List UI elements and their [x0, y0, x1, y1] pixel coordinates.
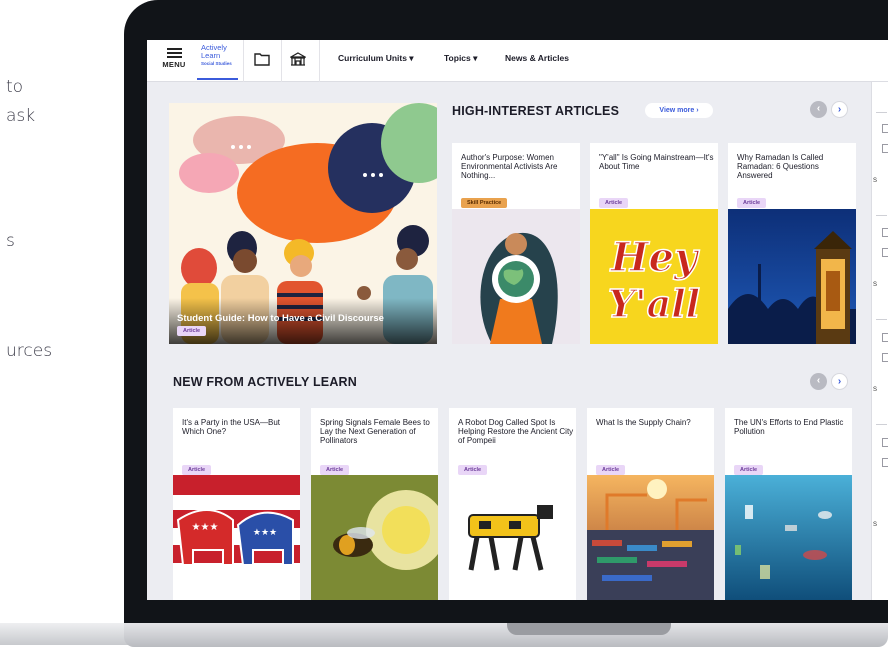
rail-checkbox[interactable]: [882, 438, 888, 447]
new-prev-arrow[interactable]: ‹: [810, 373, 827, 390]
badge-label: Article: [320, 465, 350, 475]
card-title[interactable]: "Y'all" Is Going Mainstream—It's About T…: [599, 153, 717, 171]
rail-checkbox[interactable]: [882, 144, 888, 153]
menu-label: MENU: [162, 60, 186, 69]
badge-label: Article: [458, 465, 488, 475]
section-title-high-interest: HIGH-INTEREST ARTICLES: [452, 104, 620, 118]
card-title[interactable]: Spring Signals Female Bees to Lay the Ne…: [320, 418, 438, 445]
folder-icon[interactable]: [254, 52, 270, 66]
logo[interactable]: Actively Learn Social Studies: [197, 42, 238, 80]
library-icon[interactable]: [290, 52, 306, 66]
rail-checkbox[interactable]: [882, 124, 888, 133]
hamburger-icon: [161, 48, 187, 58]
featured-badge: Article: [177, 319, 207, 337]
section-title-new-from: NEW FROM ACTIVELY LEARN: [173, 375, 358, 389]
badge-label: Skill Practice: [461, 198, 508, 208]
logo-line2: Learn: [201, 51, 221, 60]
badge-label: Article: [734, 465, 764, 475]
copy-line: s: [6, 231, 15, 251]
copy-line: urces: [6, 341, 53, 361]
badge-label: Article: [599, 198, 629, 208]
article-card[interactable]: A Robot Dog Called Spot Is Helping Resto…: [449, 408, 576, 600]
card-badge: Article: [599, 191, 629, 209]
card-image: [725, 475, 852, 600]
badge-label: Article: [737, 198, 767, 208]
logo-subject: Social Studies: [201, 61, 232, 66]
rail-label: S: [873, 522, 878, 528]
article-card[interactable]: The UN's Efforts to End Plastic Pollutio…: [725, 408, 852, 600]
rail-label: S: [873, 178, 878, 184]
card-image: [587, 475, 714, 600]
card-image: [449, 475, 576, 600]
nav-divider: [319, 40, 320, 82]
article-card[interactable]: It's a Party in the USA—But Which One? A…: [173, 408, 300, 600]
featured-article-card[interactable]: Student Guide: How to Have a Civil Disco…: [169, 103, 437, 344]
svg-text:★★★: ★★★: [192, 522, 219, 533]
marketing-copy: to ask s urces: [0, 0, 120, 647]
rail-divider: [876, 215, 887, 216]
nav-divider: [243, 40, 244, 82]
card-badge: Article: [737, 191, 767, 209]
menu-button[interactable]: MENU: [161, 46, 187, 69]
hey-text: Hey: [610, 234, 700, 281]
card-badge: Article: [734, 458, 764, 476]
card-image: Hey Y'all: [590, 209, 718, 344]
laptop-base-left: [0, 623, 130, 645]
article-card[interactable]: What Is the Supply Chain? Article: [587, 408, 714, 600]
right-rail: S S S S: [871, 82, 888, 600]
hi-next-arrow[interactable]: ›: [831, 101, 848, 118]
rail-checkbox[interactable]: [882, 333, 888, 342]
article-card[interactable]: Why Ramadan Is Called Ramadan: 6 Questio…: [728, 143, 856, 344]
card-title[interactable]: The UN's Efforts to End Plastic Pollutio…: [734, 418, 852, 436]
view-more-button[interactable]: View more ›: [645, 103, 713, 118]
article-card[interactable]: "Y'all" Is Going Mainstream—It's About T…: [590, 143, 718, 344]
hi-prev-arrow[interactable]: ‹: [810, 101, 827, 118]
rail-checkbox[interactable]: [882, 458, 888, 467]
card-title[interactable]: Author's Purpose: Women Environmental Ac…: [461, 153, 579, 180]
card-badge: Article: [596, 458, 626, 476]
card-image: [311, 475, 438, 600]
copy-line: ask: [6, 106, 36, 126]
card-badge: Skill Practice: [461, 191, 508, 209]
card-image: [452, 209, 580, 344]
badge-label: Article: [177, 326, 207, 336]
card-image: [728, 209, 856, 344]
card-badge: Article: [458, 458, 488, 476]
nav-topics[interactable]: Topics ▾: [444, 53, 477, 64]
badge-label: Article: [596, 465, 626, 475]
rail-checkbox[interactable]: [882, 353, 888, 362]
card-title[interactable]: It's a Party in the USA—But Which One?: [182, 418, 300, 436]
nav-divider: [281, 40, 282, 82]
rail-label: S: [873, 387, 878, 393]
nav-news-articles[interactable]: News & Articles: [505, 53, 569, 63]
rail-divider: [876, 112, 887, 113]
rail-divider: [876, 319, 887, 320]
card-title[interactable]: What Is the Supply Chain?: [596, 418, 714, 427]
card-badge: Article: [320, 458, 350, 476]
svg-text:★★★: ★★★: [253, 528, 277, 538]
rail-label: S: [873, 282, 878, 288]
copy-line: to: [6, 77, 24, 97]
app-screen: MENU Actively Learn Social Studies Curri…: [147, 40, 888, 600]
rail-checkbox[interactable]: [882, 248, 888, 257]
featured-title[interactable]: Student Guide: How to Have a Civil Disco…: [177, 313, 384, 324]
card-badge: Article: [182, 458, 212, 476]
rail-divider: [876, 424, 887, 425]
nav-curriculum-units[interactable]: Curriculum Units ▾: [338, 53, 414, 64]
article-card[interactable]: Spring Signals Female Bees to Lay the Ne…: [311, 408, 438, 600]
yall-text: Y'all: [608, 281, 700, 326]
card-image: ★★★ ★★★: [173, 475, 300, 600]
new-next-arrow[interactable]: ›: [831, 373, 848, 390]
badge-label: Article: [182, 465, 212, 475]
rail-checkbox[interactable]: [882, 228, 888, 237]
laptop-notch: [507, 623, 671, 635]
top-nav: MENU Actively Learn Social Studies Curri…: [147, 40, 888, 82]
laptop-base: [124, 623, 888, 647]
card-title[interactable]: Why Ramadan Is Called Ramadan: 6 Questio…: [737, 153, 855, 180]
card-title[interactable]: A Robot Dog Called Spot Is Helping Resto…: [458, 418, 576, 445]
article-card[interactable]: Author's Purpose: Women Environmental Ac…: [452, 143, 580, 344]
